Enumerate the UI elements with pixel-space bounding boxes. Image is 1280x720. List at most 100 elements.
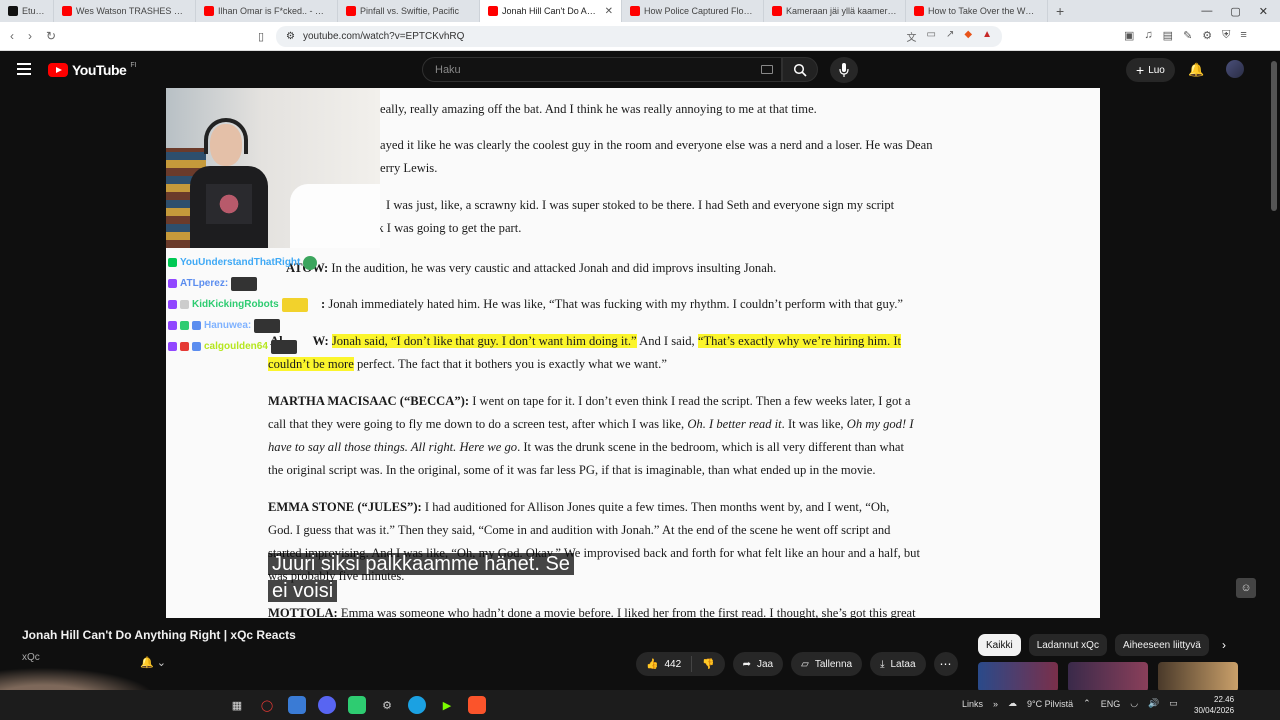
task-view-icon[interactable]: ▦	[228, 696, 246, 714]
maximize-icon[interactable]: ▢	[1230, 5, 1240, 18]
close-window-icon[interactable]: ✕	[1259, 5, 1268, 18]
brave-icon[interactable]	[468, 696, 486, 714]
reader-icon[interactable]: ▤	[1163, 29, 1173, 42]
chip-all[interactable]: Kaikki	[978, 634, 1021, 656]
browser-tab[interactable]: How to Take Over the World -	[906, 0, 1048, 22]
related-video-thumbnail[interactable]	[1158, 662, 1238, 692]
related-video-thumbnail[interactable]	[1068, 662, 1148, 692]
brave-shield-icon[interactable]: ◆	[964, 29, 972, 44]
browser-tab[interactable]: Wes Watson TRASHES VICTIM	[54, 0, 196, 22]
close-tab-icon[interactable]: ✕	[605, 6, 613, 17]
minimize-icon[interactable]: —	[1201, 5, 1212, 18]
puzzle-icon[interactable]: ✎	[1183, 29, 1192, 42]
menu-dots-icon[interactable]: ≡	[1240, 29, 1246, 42]
save-playlist-icon: ▱	[801, 658, 809, 670]
lang-indicator[interactable]: ENG	[1101, 699, 1121, 709]
music-icon[interactable]: ♫	[1144, 29, 1152, 42]
window-controls: — ▢ ✕	[1201, 5, 1280, 18]
chevron-right-icon[interactable]: ›	[1222, 638, 1226, 652]
sidebar-icon[interactable]: ▣	[1124, 29, 1134, 42]
chat-badge-icon	[168, 279, 177, 288]
chat-emote-icon	[254, 318, 281, 333]
search-input[interactable]: Haku	[422, 57, 782, 82]
tray-expand-icon[interactable]: ⌃	[1083, 698, 1091, 709]
translate-icon[interactable]: 文	[907, 29, 917, 44]
chat-username: ATLperez:	[180, 278, 229, 289]
back-icon[interactable]: ‹	[10, 29, 14, 43]
site-info-icon[interactable]: ⚙	[286, 31, 295, 42]
browser-tab[interactable]: How Police Captured Florida's	[622, 0, 764, 22]
caption-line: ei voisi	[268, 580, 338, 602]
related-video-thumbnail[interactable]	[978, 662, 1058, 692]
like-button[interactable]: 👍 442	[636, 656, 693, 672]
edge-icon[interactable]	[408, 696, 426, 714]
battery-icon[interactable]: ▭	[1169, 698, 1178, 709]
share-icon[interactable]: ↗	[946, 29, 954, 44]
chip-from-channel[interactable]: Ladannut xQc	[1028, 634, 1107, 656]
more-actions-button[interactable]: ⋯	[933, 652, 958, 676]
channel-name[interactable]: xQc	[22, 652, 40, 663]
reload-icon[interactable]: ↻	[46, 29, 56, 43]
video-title: Jonah Hill Can't Do Anything Right | xQc…	[22, 628, 296, 642]
forward-icon[interactable]: ›	[28, 29, 32, 43]
chat-badge-icon	[168, 258, 177, 267]
browser-tab-active[interactable]: Jonah Hill Can't Do Anything ✕	[480, 0, 622, 22]
app-icon[interactable]	[348, 696, 366, 714]
bookmark-icon[interactable]: ▯	[258, 30, 264, 43]
page-scrollbar[interactable]	[1268, 51, 1280, 690]
notifications-bell-icon[interactable]: 🔔	[1188, 62, 1204, 78]
chevron-icon[interactable]: »	[993, 699, 998, 709]
vpn-icon[interactable]: ⛨	[1222, 29, 1230, 42]
browser-tab[interactable]: Etusivu / X	[0, 0, 54, 22]
thumbs-down-icon: 👎	[702, 658, 715, 670]
subscribe-bell[interactable]: 🔔 ⌄	[140, 656, 166, 669]
search-button[interactable]	[782, 57, 818, 82]
scrollbar-thumb[interactable]	[1271, 61, 1277, 211]
settings-icon[interactable]: ⚙	[1202, 29, 1212, 42]
cast-icon[interactable]: ▭	[927, 29, 936, 44]
bell-icon[interactable]: 🔔	[140, 657, 154, 669]
streamer-webcam	[166, 88, 380, 248]
figma-icon[interactable]	[288, 696, 306, 714]
browser-tab[interactable]: Pinfall vs. Swiftie, Pacific	[338, 0, 480, 22]
tab-label: Etusivu / X	[22, 6, 45, 16]
video-actions: 👍 442 👎 ➦ Jaa ▱ Tallenna ⤓ Lataa ⋯	[636, 652, 958, 676]
keyboard-icon[interactable]	[761, 65, 773, 74]
browser-tab-strip: Etusivu / X Wes Watson TRASHES VICTIM Il…	[0, 0, 1280, 22]
youtube-logo[interactable]: YouTube FI	[48, 62, 137, 78]
rewards-icon[interactable]: ▲	[982, 29, 992, 44]
dislike-button[interactable]: 👎	[692, 659, 724, 670]
new-tab-icon[interactable]: +	[1048, 3, 1072, 19]
share-button[interactable]: ➦ Jaa	[732, 652, 784, 676]
opera-icon[interactable]: ◯	[258, 696, 276, 714]
chat-badge-icon	[192, 342, 201, 351]
url-field[interactable]: ⚙ youtube.com/watch?v=EPTCKvhRQ 文 ▭ ↗ ◆ …	[276, 26, 1002, 47]
weather-text[interactable]: 9°C Pilvistä	[1027, 699, 1073, 709]
volume-icon[interactable]: 🔊	[1148, 698, 1159, 709]
like-dislike-group: 👍 442 👎	[636, 652, 725, 676]
discord-icon[interactable]	[318, 696, 336, 714]
doc-line: : Jonah immediately hated him. He was li…	[321, 293, 903, 316]
links-label[interactable]: Links	[962, 699, 983, 709]
download-button[interactable]: ⤓ Lataa	[870, 652, 926, 676]
mascot-extension-icon[interactable]: ☺	[1236, 578, 1256, 598]
wifi-icon[interactable]: ◡	[1130, 698, 1138, 709]
browser-tab[interactable]: Kameraan jäi yllä kaamerassa	[764, 0, 906, 22]
system-clock[interactable]: 22.46 30/04/2026	[1194, 694, 1234, 716]
browser-tab[interactable]: Ilhan Omar is F*cked.. - YouTu	[196, 0, 338, 22]
voice-search-button[interactable]	[830, 57, 858, 83]
url-actions: 文 ▭ ↗ ◆ ▲	[907, 29, 992, 44]
url-text[interactable]: youtube.com/watch?v=EPTCKvhRQ	[303, 31, 464, 42]
chevron-down-icon[interactable]: ⌄	[157, 657, 166, 669]
save-button[interactable]: ▱ Tallenna	[791, 652, 863, 676]
media-player-icon[interactable]: ▶	[438, 696, 456, 714]
save-label: Tallenna	[814, 658, 853, 670]
settings-gear-icon[interactable]: ⚙	[378, 696, 396, 714]
address-bar-row: ‹ › ↻ ▯ ⚙ youtube.com/watch?v=EPTCKvhRQ …	[0, 22, 1280, 51]
chip-related[interactable]: Aiheeseen liittyvä	[1114, 634, 1209, 656]
headset-icon	[204, 118, 248, 154]
create-button[interactable]: + Luo	[1126, 58, 1175, 82]
hamburger-menu-icon[interactable]	[17, 63, 31, 78]
account-avatar[interactable]	[1226, 60, 1244, 78]
search-icon	[793, 63, 807, 77]
